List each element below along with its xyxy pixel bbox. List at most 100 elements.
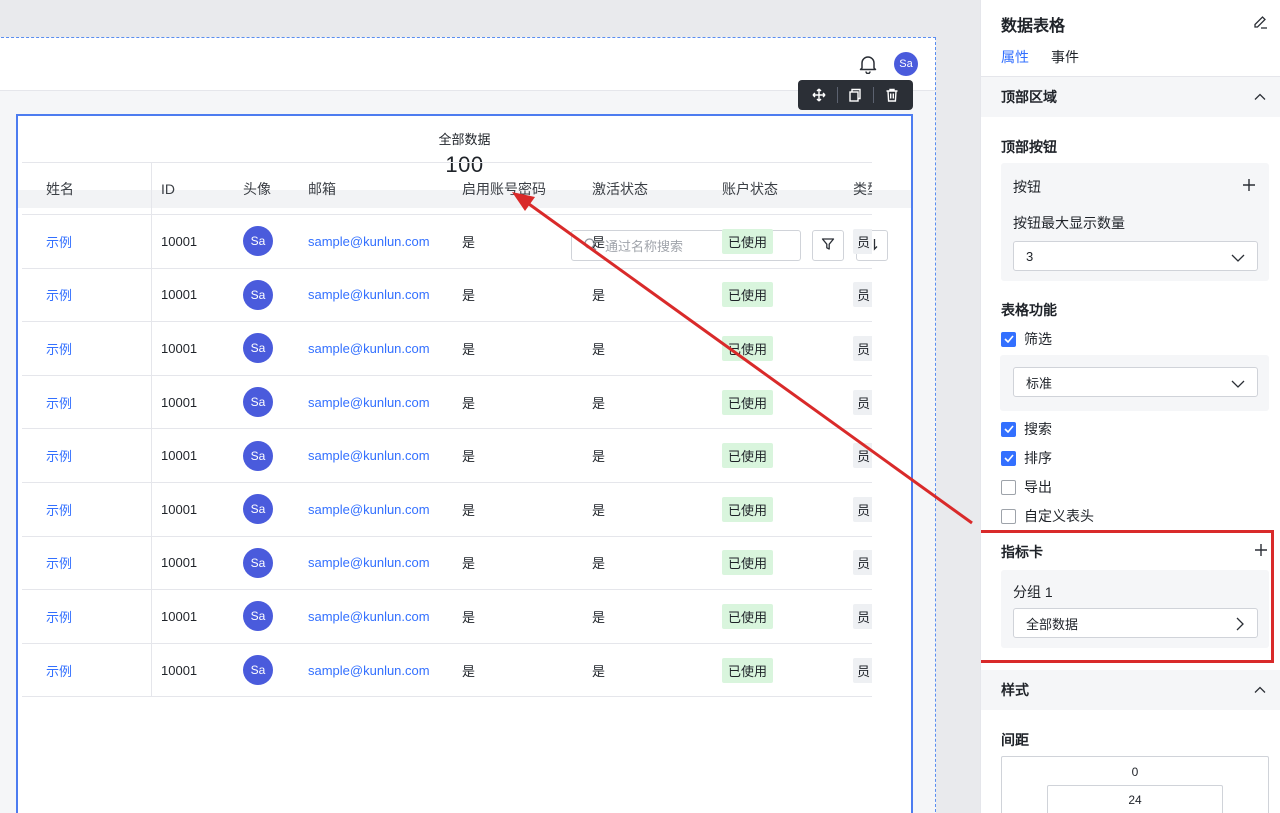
column-header[interactable]: 头像 <box>243 163 303 214</box>
type-badge: 员 <box>853 228 872 254</box>
max-buttons-label: 按钮最大显示数量 <box>1013 215 1125 231</box>
column-header[interactable]: ID <box>161 163 241 214</box>
email-link[interactable]: sample@kunlun.com <box>308 609 430 624</box>
table-cell: 10001 <box>161 429 241 482</box>
table-cell: sample@kunlun.com <box>308 215 458 268</box>
table-cell: 是 <box>462 269 582 322</box>
metric-item-row[interactable]: 全部数据 <box>1013 608 1258 638</box>
move-icon[interactable] <box>804 80 834 110</box>
avatar: Sa <box>243 494 273 525</box>
section-top-area[interactable]: 顶部区域 <box>981 77 1280 117</box>
export-checkbox[interactable]: 导出 <box>1001 477 1052 497</box>
chevron-right-icon <box>1235 617 1245 634</box>
column-header[interactable]: 类型 <box>853 163 872 214</box>
table-row[interactable]: 示例 10001 Sa sample@kunlun.com 是 是 已使用 员 <box>22 643 872 698</box>
status-badge: 已使用 <box>722 335 774 361</box>
table-row[interactable]: 示例 10001 Sa sample@kunlun.com 是 是 已使用 员 <box>22 268 872 323</box>
edit-icon[interactable] <box>1253 14 1268 32</box>
filter-label: 筛选 <box>1024 331 1052 347</box>
avatar: Sa <box>243 547 273 578</box>
email-link[interactable]: sample@kunlun.com <box>308 341 430 356</box>
section-title: 顶部区域 <box>1001 89 1057 105</box>
top-buttons-label: 顶部按钮 <box>1001 139 1057 155</box>
chevron-up-icon <box>1253 683 1267 700</box>
column-header[interactable]: 启用账号密码 <box>462 163 582 214</box>
name-link[interactable]: 示例 <box>46 285 72 304</box>
table-row[interactable]: 示例 10001 Sa sample@kunlun.com 是 是 已使用 员 <box>22 215 872 269</box>
status-badge: 已使用 <box>722 657 774 683</box>
table-cell: 10001 <box>161 322 241 375</box>
table-cell: 示例 <box>22 643 152 697</box>
tab-events[interactable]: 事件 <box>1051 47 1079 79</box>
column-header[interactable]: 姓名 <box>22 163 152 214</box>
type-badge: 员 <box>853 282 872 308</box>
add-button-icon[interactable] <box>1242 178 1256 195</box>
table-cell: 10001 <box>161 608 198 624</box>
table-row[interactable]: 示例 10001 Sa sample@kunlun.com 是 是 已使用 员 <box>22 590 872 644</box>
spacing-inner-box[interactable]: 24 <box>1047 785 1223 813</box>
table-cell: 10001 <box>161 501 198 517</box>
checkbox-checked-icon <box>1001 450 1016 466</box>
table-cell: 是 <box>592 322 712 375</box>
max-buttons-select[interactable]: 3 <box>1013 241 1258 271</box>
filter-checkbox[interactable]: 筛选 <box>1001 329 1052 349</box>
checkbox-unchecked-icon <box>1001 479 1016 495</box>
section-style[interactable]: 样式 <box>981 670 1280 710</box>
column-header[interactable]: 激活状态 <box>592 163 712 214</box>
properties-panel: 数据表格 属性 事件 顶部区域 顶部按钮 按钮 按钮最大显示数量 3 表格功能 … <box>980 0 1280 813</box>
export-label: 导出 <box>1024 479 1052 495</box>
column-header[interactable]: 账户状态 <box>722 163 842 214</box>
search-checkbox[interactable]: 搜索 <box>1001 419 1052 439</box>
table-cell: 员 <box>853 215 872 268</box>
name-link[interactable]: 示例 <box>46 500 72 519</box>
design-canvas[interactable]: Sa 全部数据 100 通过名称搜索 姓名 ID 头像 邮箱 启用账号密码 激活… <box>0 0 980 813</box>
name-link[interactable]: 示例 <box>46 661 72 680</box>
table-cell: 是 <box>592 376 712 429</box>
table-cell: sample@kunlun.com <box>308 322 458 375</box>
email-link[interactable]: sample@kunlun.com <box>308 502 430 517</box>
copy-icon[interactable] <box>841 80 871 110</box>
search-label: 搜索 <box>1024 421 1052 437</box>
metric-item-label: 全部数据 <box>1026 616 1079 632</box>
email-link[interactable]: sample@kunlun.com <box>308 234 430 249</box>
table-cell: 是 <box>462 288 476 304</box>
table-cell: sample@kunlun.com <box>308 537 458 590</box>
name-link[interactable]: 示例 <box>46 232 72 251</box>
table-row[interactable]: 示例 10001 Sa sample@kunlun.com 是 是 已使用 员 <box>22 482 872 537</box>
table-header-row: 姓名ID头像邮箱启用账号密码激活状态账户状态类型 <box>22 163 872 215</box>
name-link[interactable]: 示例 <box>46 607 72 626</box>
table-cell: Sa <box>243 429 303 482</box>
filter-mode-select[interactable]: 标准 <box>1013 367 1258 397</box>
email-link[interactable]: sample@kunlun.com <box>308 395 430 410</box>
email-link[interactable]: sample@kunlun.com <box>308 448 430 463</box>
name-link[interactable]: 示例 <box>46 393 72 412</box>
type-badge: 员 <box>853 657 872 683</box>
custom-header-checkbox[interactable]: 自定义表头 <box>1001 506 1094 526</box>
spacing-outer-box[interactable]: 0 24 <box>1001 756 1269 813</box>
name-link[interactable]: 示例 <box>46 339 72 358</box>
column-header[interactable]: 邮箱 <box>308 163 458 214</box>
name-link[interactable]: 示例 <box>46 446 72 465</box>
name-link[interactable]: 示例 <box>46 553 72 572</box>
table-row[interactable]: 示例 10001 Sa sample@kunlun.com 是 是 已使用 员 <box>22 536 872 591</box>
table-row[interactable]: 示例 10001 Sa sample@kunlun.com 是 是 已使用 员 <box>22 322 872 376</box>
bell-icon[interactable] <box>859 54 877 75</box>
table-cell: 是 <box>462 644 582 697</box>
table-cell: 已使用 <box>722 429 842 482</box>
table-cell: 10001 <box>161 340 198 356</box>
table-cell: 10001 <box>161 590 241 643</box>
add-metric-icon[interactable] <box>1254 543 1268 560</box>
table-row[interactable]: 示例 10001 Sa sample@kunlun.com 是 是 已使用 员 <box>22 429 872 483</box>
tab-properties[interactable]: 属性 <box>1001 47 1029 79</box>
user-avatar[interactable]: Sa <box>894 52 918 76</box>
email-link[interactable]: sample@kunlun.com <box>308 555 430 570</box>
sort-checkbox[interactable]: 排序 <box>1001 448 1052 468</box>
table-row[interactable]: 示例 10001 Sa sample@kunlun.com 是 是 已使用 员 <box>22 375 872 430</box>
avatar: Sa <box>243 226 273 257</box>
table-cell: Sa <box>243 590 303 643</box>
email-link[interactable]: sample@kunlun.com <box>308 663 430 678</box>
delete-icon[interactable] <box>877 80 907 110</box>
email-link[interactable]: sample@kunlun.com <box>308 287 430 302</box>
status-badge: 已使用 <box>722 603 774 629</box>
chevron-down-icon <box>1231 377 1245 392</box>
